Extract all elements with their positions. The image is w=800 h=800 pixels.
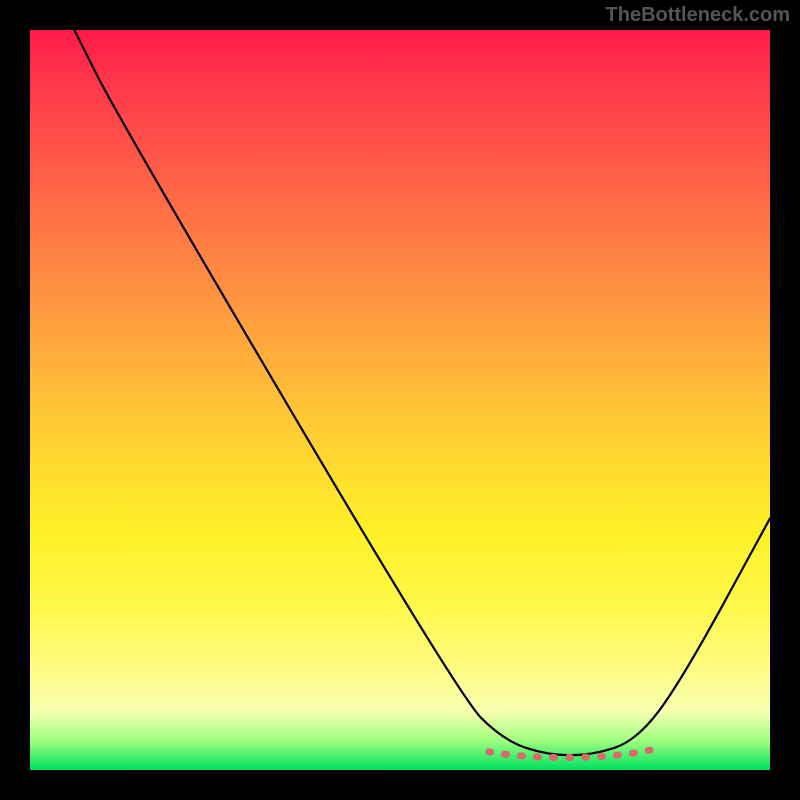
chart-plot-area bbox=[30, 30, 770, 770]
watermark-text: TheBottleneck.com bbox=[606, 4, 790, 27]
bottleneck-curve-line bbox=[74, 30, 770, 755]
chart-svg bbox=[30, 30, 770, 770]
optimal-zone-marker bbox=[489, 750, 652, 758]
